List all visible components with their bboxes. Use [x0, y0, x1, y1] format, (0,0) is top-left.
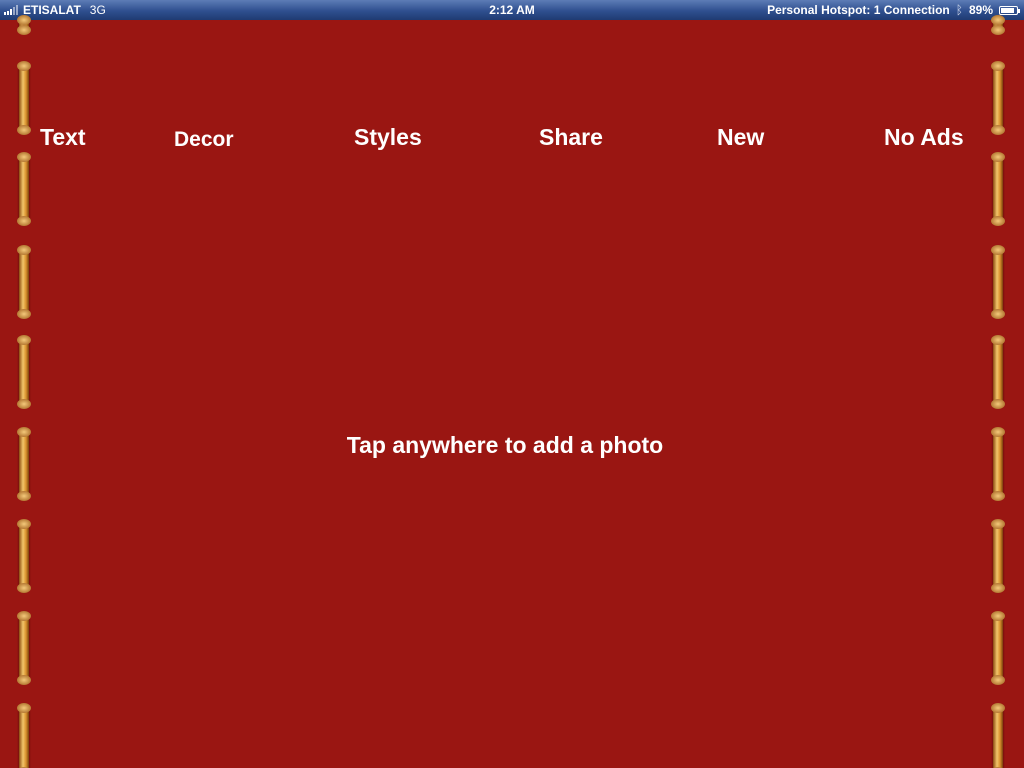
photo-canvas[interactable] — [40, 170, 970, 768]
binding-loop — [17, 15, 31, 35]
add-photo-prompt: Tap anywhere to add a photo — [346, 432, 664, 458]
no-ads-button[interactable]: No Ads — [884, 124, 964, 151]
toolbar: Text Decor Styles Share New No Ads — [0, 124, 1024, 158]
binding-loop — [991, 519, 1005, 593]
hotspot-label: Personal Hotspot: 1 Connection — [767, 3, 950, 17]
binding-loop — [991, 61, 1005, 135]
status-right: Personal Hotspot: 1 Connection ᛒ 89% — [767, 3, 1020, 17]
binding-loop — [991, 15, 1005, 35]
binding-loop — [991, 245, 1005, 319]
binding-loop — [17, 245, 31, 319]
text-button[interactable]: Text — [40, 124, 86, 151]
binding-loop — [17, 703, 31, 768]
binding-loop — [17, 152, 31, 226]
binding-loop — [991, 152, 1005, 226]
status-bar: ETISALAT 3G 2:12 AM Personal Hotspot: 1 … — [0, 0, 1024, 20]
binding-loop — [991, 335, 1005, 409]
battery-fill — [1001, 7, 1014, 13]
battery-percent: 89% — [968, 3, 993, 17]
binding-loop — [17, 519, 31, 593]
decor-button[interactable]: Decor — [174, 128, 234, 152]
battery-icon — [999, 5, 1020, 15]
binding-loop — [991, 611, 1005, 685]
binding-loop — [991, 703, 1005, 768]
share-button[interactable]: Share — [539, 124, 603, 151]
new-button[interactable]: New — [717, 124, 764, 151]
binding-loop — [17, 335, 31, 409]
bluetooth-icon: ᛒ — [955, 3, 963, 17]
binding-loop — [17, 61, 31, 135]
binding-loop — [17, 611, 31, 685]
styles-button[interactable]: Styles — [354, 124, 422, 151]
